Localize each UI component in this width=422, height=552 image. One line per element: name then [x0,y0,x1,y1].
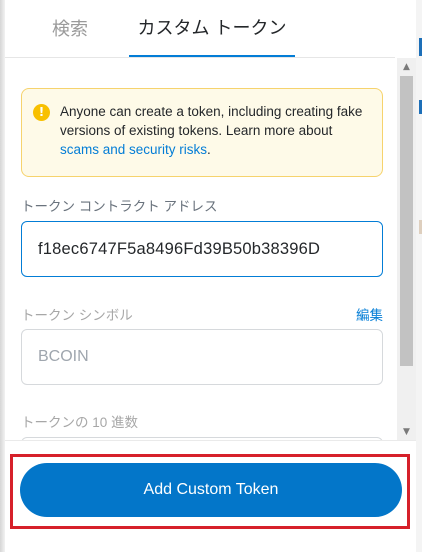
token-symbol-value: BCOIN [38,348,89,365]
scams-security-link[interactable]: scams and security risks [60,142,207,157]
contract-address-input[interactable]: f18ec6747F5a8496Fd39B50b38396D [21,221,383,277]
scroll-up-icon[interactable]: ▲ [397,58,416,75]
token-symbol-input: BCOIN [21,329,383,385]
scroll-down-icon[interactable]: ▼ [397,423,416,440]
edit-symbol-link[interactable]: 編集 [356,304,383,324]
scam-warning-banner: ! Anyone can create a token, including c… [21,88,383,177]
add-custom-token-button[interactable]: Add Custom Token [20,463,402,517]
tab-search[interactable]: 検索 [5,0,129,57]
tab-custom-token-label: カスタム トークン [137,18,287,38]
warning-text: Anyone can create a token, including cre… [60,104,363,138]
custom-token-form: ! Anyone can create a token, including c… [5,58,395,440]
info-icon: ! [33,104,50,121]
tab-bar: 検索 カスタム トークン [5,0,395,58]
right-edge [416,0,422,552]
token-symbol-label: トークン シンボル [21,308,133,323]
tab-custom-token[interactable]: カスタム トークン [129,0,295,57]
warning-text-end: . [207,142,211,157]
scroll-thumb[interactable] [400,76,413,366]
add-token-window: 検索 カスタム トークン ! Anyone can create a token… [0,0,422,552]
contract-address-value: f18ec6747F5a8496Fd39B50b38396D [38,239,321,258]
contract-address-label: トークン コントラクト アドレス [21,199,218,214]
tab-search-label: 検索 [52,19,88,39]
scrollbar[interactable]: ▲ ▼ [397,58,416,440]
token-decimals-label: トークンの 10 進数 [21,415,139,430]
